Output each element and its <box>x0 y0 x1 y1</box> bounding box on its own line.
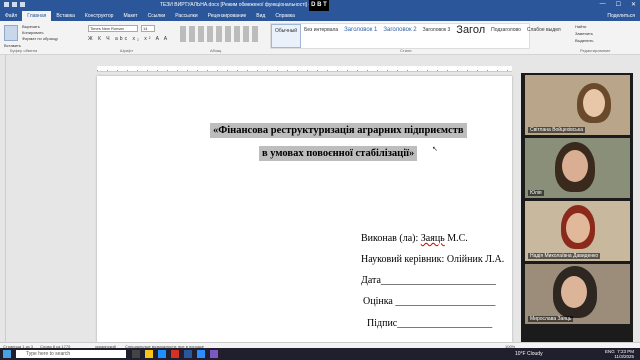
ribbon: Вставить Вырезать Копировать Формат по о… <box>0 21 640 55</box>
system-tray[interactable]: ENG 7:23 PM 11/3/2025 <box>605 349 634 359</box>
tab-mailings[interactable]: Рассылки <box>170 11 202 21</box>
supervisor-line: Науковий керівник: Олійник Л.А. <box>361 254 505 265</box>
replace-button[interactable]: Заменить <box>575 31 593 36</box>
zoom-icon[interactable] <box>197 350 205 358</box>
share-button[interactable]: Поделиться <box>602 11 640 21</box>
style-item[interactable]: Заголовок 2 <box>380 24 419 48</box>
participant-name: Надія Миколаївна Давиденко <box>528 253 601 259</box>
windows-start-icon[interactable] <box>3 350 11 358</box>
logo-text: D B T <box>311 2 327 8</box>
file-explorer-icon[interactable] <box>145 350 153 358</box>
maximize-button[interactable]: ☐ <box>616 1 621 8</box>
style-item[interactable]: Слабое выдел <box>524 24 564 48</box>
author-label: Виконав (ла): <box>361 233 419 244</box>
cut-button[interactable]: Вырезать <box>22 24 40 29</box>
style-item[interactable]: Без интервала <box>301 24 341 48</box>
vertical-ruler <box>0 55 6 342</box>
tab-insert[interactable]: Вставка <box>51 11 80 21</box>
clock-date: 11/3/2025 <box>614 354 634 359</box>
close-button[interactable]: ✕ <box>631 1 636 8</box>
tab-help[interactable]: Справка <box>270 11 300 21</box>
task-view-icon[interactable] <box>132 350 140 358</box>
keyboard-language[interactable]: ENG <box>605 349 615 354</box>
doc-title-line-2: в умовах повоєнної стабілізації» <box>259 146 418 161</box>
style-item[interactable]: Обычный <box>271 24 302 48</box>
doc-title-line-1: «Фінансова реструктуризація аграрних під… <box>210 123 467 138</box>
tab-references[interactable]: Ссылки <box>143 11 171 21</box>
copy-button[interactable]: Копировать <box>22 30 44 35</box>
author-name: Заяць <box>420 233 445 244</box>
paragraph-controls[interactable] <box>180 26 260 42</box>
styles-gallery: Обычный Без интервала Заголовок 1 Заголовок… <box>270 23 561 49</box>
group-label-clipboard: Буфер обмена <box>10 48 38 53</box>
date-line: Дата_______________________ <box>361 275 496 286</box>
participant-face <box>562 150 588 182</box>
horizontal-ruler[interactable] <box>97 66 512 72</box>
tab-review[interactable]: Рецензирование <box>203 11 252 21</box>
save-icon[interactable] <box>4 2 9 7</box>
ribbon-tabs: Файл Главная Вставка Конструктор Макет С… <box>0 11 640 21</box>
taskbar-apps <box>132 350 218 358</box>
signature-line: Підпис___________________ <box>367 318 493 329</box>
select-button[interactable]: Выделить <box>575 38 593 43</box>
document-page[interactable]: «Фінансова реструктуризація аграрних під… <box>97 76 512 342</box>
taskbar: Type here to search 10°F Cloudy ENG 7:23… <box>0 348 640 360</box>
group-labels: Буфер обмена Шрифт Абзац Стили Редактиро… <box>0 48 640 53</box>
chrome-icon[interactable] <box>171 350 179 358</box>
participant-face <box>561 276 587 308</box>
format-painter-button[interactable]: Формат по образцу <box>22 36 58 41</box>
font-family-select[interactable]: Times New Roman <box>88 25 138 32</box>
tab-design[interactable]: Конструктор <box>80 11 119 21</box>
participant-video[interactable]: Світлана Войцехівська <box>525 75 630 135</box>
participant-video[interactable]: Мирослава Заяць <box>525 264 630 324</box>
tab-layout[interactable]: Макет <box>118 11 142 21</box>
style-item[interactable]: Заголовок 1 <box>341 24 380 48</box>
group-label-font: Шрифт <box>120 48 134 53</box>
participant-name: Мирослава Заяць <box>528 316 574 322</box>
tab-home[interactable]: Главная <box>22 11 52 21</box>
window-title: ТЕЗИ ВИРТУАЛЬНА.docx [Режим обмеженої фу… <box>160 2 324 8</box>
tab-file[interactable]: Файл <box>0 11 22 21</box>
taskbar-search-input[interactable]: Type here to search <box>16 350 126 358</box>
participant-face <box>566 213 590 243</box>
group-label-styles: Стили <box>400 48 412 53</box>
participant-video[interactable]: Надія Миколаївна Давиденко <box>525 201 630 261</box>
paste-icon[interactable] <box>4 25 18 41</box>
teams-icon[interactable] <box>210 350 218 358</box>
style-item[interactable]: Заголовок 3 <box>420 24 454 48</box>
participant-name: Юлія <box>528 190 544 196</box>
style-item[interactable]: Загол <box>453 24 488 48</box>
font-size-select[interactable]: 14 <box>141 25 155 32</box>
author-initials: М.С. <box>447 233 468 244</box>
mouse-cursor-icon: ↖ <box>432 145 438 153</box>
quick-access-toolbar <box>4 2 25 7</box>
weather-widget[interactable]: 10°F Cloudy <box>515 351 543 357</box>
font-format-row[interactable]: Ж К Ч abc x₂ x² A A <box>88 36 169 42</box>
video-participants-panel: Світлана Войцехівська Юлія Надія Миколаї… <box>521 73 633 343</box>
undo-icon[interactable] <box>12 2 17 7</box>
find-button[interactable]: Найти <box>575 24 586 29</box>
minimize-button[interactable]: — <box>600 1 606 8</box>
word-icon[interactable] <box>184 350 192 358</box>
group-label-editing: Редактирование <box>580 48 611 53</box>
window-controls: — ☐ ✕ <box>600 1 636 8</box>
participant-video[interactable]: Юлія <box>525 138 630 198</box>
participant-face <box>583 89 605 117</box>
redo-icon[interactable] <box>20 2 25 7</box>
grade-line: Оцінка ____________________ <box>363 296 496 307</box>
tab-view[interactable]: Вид <box>251 11 270 21</box>
edge-icon[interactable] <box>158 350 166 358</box>
group-label-paragraph: Абзац <box>210 48 222 53</box>
participant-name: Світлана Войцехівська <box>528 127 585 133</box>
style-item[interactable]: Подзаголово <box>488 24 524 48</box>
author-line: Виконав (ла): Заяць М.С. <box>361 233 468 244</box>
